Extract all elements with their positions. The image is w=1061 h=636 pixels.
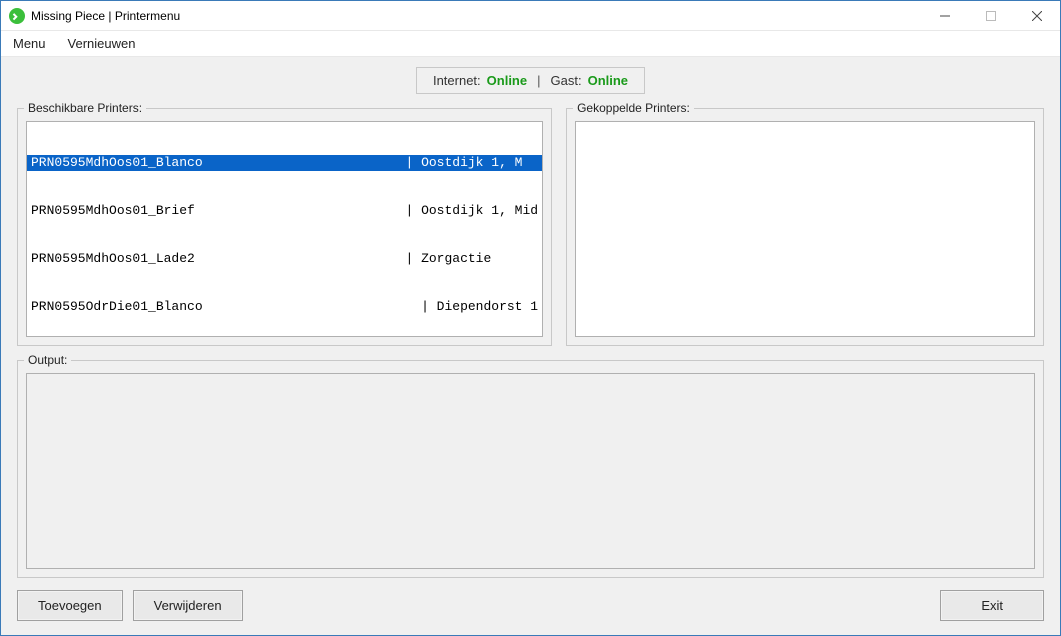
app-icon [9,8,25,24]
output-group: Output: [17,360,1044,578]
close-button[interactable] [1014,1,1060,30]
output-title: Output: [24,353,71,367]
window-title: Missing Piece | Printermenu [31,9,180,23]
exit-button[interactable]: Exit [940,590,1044,621]
printer-panels: Beschikbare Printers: PRN0595MdhOos01_Bl… [17,100,1044,346]
linked-printers-title: Gekoppelde Printers: [573,101,694,115]
menu-bar: Menu Vernieuwen [1,31,1060,57]
app-window: Missing Piece | Printermenu Menu Vernieu… [0,0,1061,636]
list-item[interactable]: PRN0595MdhOos01_Blanco | Oostdijk 1, M [27,155,542,171]
maximize-button[interactable] [968,1,1014,30]
title-bar: Missing Piece | Printermenu [1,1,1060,31]
gast-status: Online [588,73,628,88]
linked-printers-list[interactable] [575,121,1035,337]
add-button[interactable]: Toevoegen [17,590,123,621]
button-row: Toevoegen Verwijderen Exit [17,590,1044,621]
menu-item-menu[interactable]: Menu [13,36,46,51]
status-box: Internet: Online | Gast: Online [416,67,645,94]
content-area: Internet: Online | Gast: Online Beschikb… [1,57,1060,635]
list-item[interactable]: PRN0595OdrDie01_Blanco | Diependorst 1 [27,299,542,315]
window-controls [922,1,1060,30]
internet-label: Internet: [433,73,481,88]
available-printers-list[interactable]: PRN0595MdhOos01_Blanco | Oostdijk 1, M P… [26,121,543,337]
list-item[interactable]: PRN0595MdhOos01_Lade2 | Zorgactie [27,251,542,267]
internet-status: Online [487,73,527,88]
menu-item-refresh[interactable]: Vernieuwen [68,36,136,51]
linked-printers-group: Gekoppelde Printers: [566,108,1044,346]
remove-button[interactable]: Verwijderen [133,590,243,621]
gast-label: Gast: [551,73,582,88]
available-printers-group: Beschikbare Printers: PRN0595MdhOos01_Bl… [17,108,552,346]
minimize-button[interactable] [922,1,968,30]
status-separator: | [537,73,540,88]
status-bar: Internet: Online | Gast: Online [17,67,1044,94]
output-box [26,373,1035,569]
list-item[interactable]: PRN0595MdhOos01_Brief | Oostdijk 1, Mid [27,203,542,219]
available-printers-title: Beschikbare Printers: [24,101,146,115]
